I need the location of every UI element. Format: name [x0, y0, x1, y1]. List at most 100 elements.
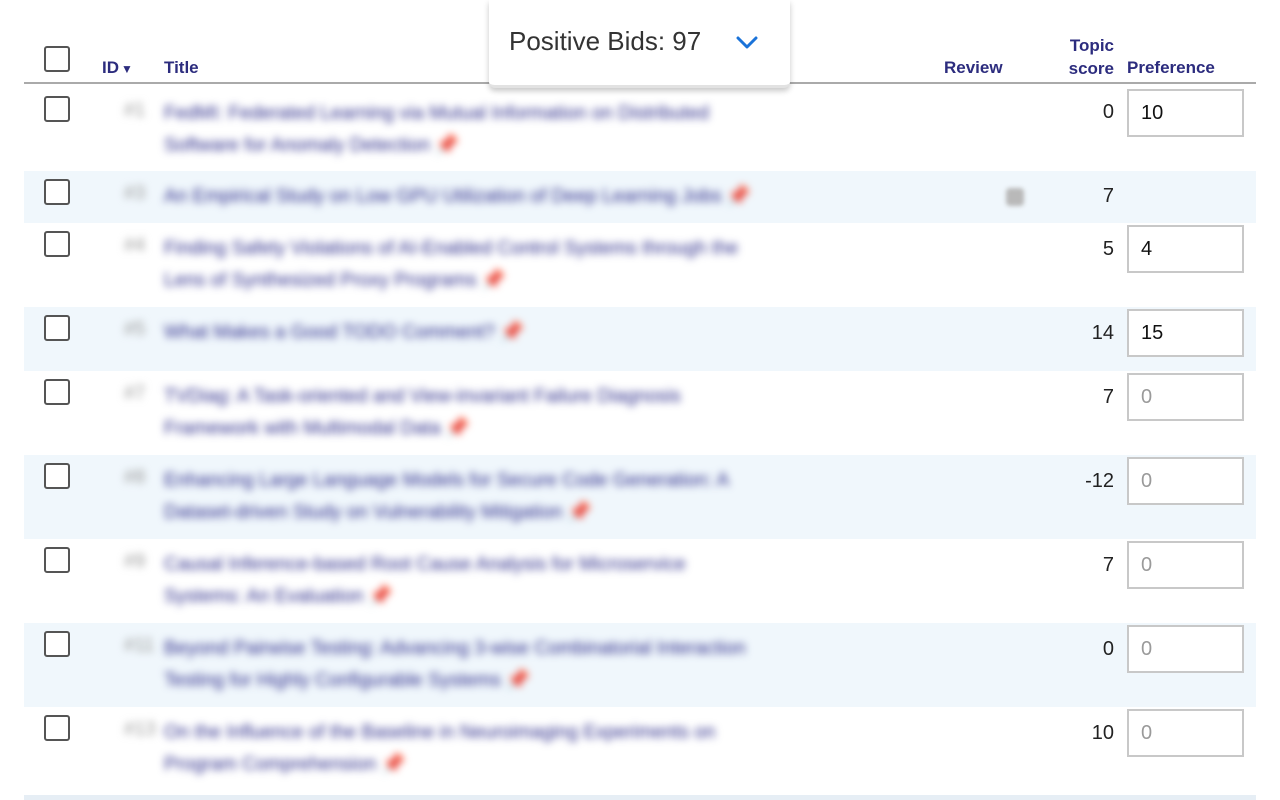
preference-input[interactable]: 4	[1127, 225, 1244, 273]
topic-score: 5	[1102, 238, 1114, 260]
topic-score: 7	[1102, 554, 1114, 576]
preference-input[interactable]: 10	[1127, 89, 1244, 137]
pin-icon[interactable]: 📌	[722, 186, 751, 207]
paper-title-text: Systems: An Evaluation	[164, 586, 364, 607]
table-body: #1 FedMI: Federated Learning via Mutual I…	[24, 84, 1256, 794]
paper-id: #4	[124, 235, 146, 256]
topic-score-column-header[interactable]: Topic score	[1056, 34, 1114, 80]
preference-input[interactable]: 0	[1127, 541, 1244, 589]
row-checkbox[interactable]	[44, 179, 70, 205]
pin-icon[interactable]: 📌	[364, 586, 393, 607]
paper-title-text: Testing for Highly Configurable Systems	[164, 670, 501, 691]
topic-score: 7	[1102, 386, 1114, 408]
paper-title-line: On the Influence of the Baseline in Neur…	[164, 717, 874, 749]
paper-id: #3	[124, 183, 146, 204]
paper-title-text: Beyond Pairwise Testing: Advancing 3-wis…	[164, 638, 746, 659]
table-row: #13 On the Influence of the Baseline in N…	[24, 707, 1256, 794]
row-checkbox[interactable]	[44, 631, 70, 657]
topic-score: 0	[1102, 101, 1114, 123]
title-column-header[interactable]: Title	[164, 58, 199, 78]
preference-input[interactable]: 0	[1127, 373, 1244, 421]
row-checkbox[interactable]	[44, 547, 70, 573]
table-row: #4 Finding Safety Violations of AI-Enable…	[24, 223, 1256, 307]
topic-score: 14	[1091, 322, 1114, 344]
id-column-header[interactable]: ID ▼	[102, 58, 133, 78]
topic-score: 0	[1102, 638, 1114, 660]
paper-title-text: Enhancing Large Language Models for Secu…	[164, 470, 730, 491]
preference-input[interactable]: 15	[1127, 309, 1244, 357]
paper-title-text: Dataset-driven Study on Vulnerability Mi…	[164, 502, 563, 523]
pin-icon[interactable]: 📌	[495, 322, 524, 343]
paper-title-text: TVDiag: A Task-oriented and View-invaria…	[164, 386, 681, 407]
paper-title-link[interactable]: Causal Inference-based Root Cause Analys…	[164, 549, 874, 613]
row-checkbox[interactable]	[44, 231, 70, 257]
row-checkbox[interactable]	[44, 379, 70, 405]
paper-title-line: Framework with Multimodal Data 📌	[164, 413, 874, 445]
paper-title-text: Finding Safety Violations of AI-Enabled …	[164, 238, 739, 259]
row-checkbox[interactable]	[44, 463, 70, 489]
paper-title-link[interactable]: On the Influence of the Baseline in Neur…	[164, 717, 874, 781]
table-row: #3 An Empirical Study on Low GPU Utilizat…	[24, 171, 1256, 223]
topic-score: 10	[1091, 722, 1114, 744]
paper-title-link[interactable]: An Empirical Study on Low GPU Utilizatio…	[164, 181, 874, 213]
paper-title-line: Beyond Pairwise Testing: Advancing 3-wis…	[164, 633, 874, 665]
table-row: #11 Beyond Pairwise Testing: Advancing 3-…	[24, 623, 1256, 707]
paper-title-link[interactable]: Beyond Pairwise Testing: Advancing 3-wis…	[164, 633, 874, 697]
paper-title-link[interactable]: Enhancing Large Language Models for Secu…	[164, 465, 874, 529]
paper-title-text: FedMI: Federated Learning via Mutual Inf…	[164, 103, 709, 124]
paper-title-line: TVDiag: A Task-oriented and View-invaria…	[164, 381, 874, 413]
paper-title-line: FedMI: Federated Learning via Mutual Inf…	[164, 98, 874, 130]
paper-title-link[interactable]: FedMI: Federated Learning via Mutual Inf…	[164, 98, 874, 162]
select-all-checkbox[interactable]	[44, 46, 70, 72]
paper-title-line: Software for Anomaly Detection 📌	[164, 130, 874, 162]
paper-id: #8	[124, 467, 146, 488]
paper-id: #1	[124, 100, 146, 121]
row-checkbox[interactable]	[44, 715, 70, 741]
paper-title-line: Systems: An Evaluation 📌	[164, 581, 874, 613]
paper-title-link[interactable]: TVDiag: A Task-oriented and View-invaria…	[164, 381, 874, 445]
row-checkbox[interactable]	[44, 315, 70, 341]
paper-title-text: Causal Inference-based Root Cause Analys…	[164, 554, 686, 575]
paper-title-line: Causal Inference-based Root Cause Analys…	[164, 549, 874, 581]
paper-title-text: An Empirical Study on Low GPU Utilizatio…	[164, 186, 722, 207]
paper-title-line: Finding Safety Violations of AI-Enabled …	[164, 233, 874, 265]
pin-icon[interactable]: 📌	[376, 754, 406, 775]
table-row: #7 TVDiag: A Task-oriented and View-invar…	[24, 371, 1256, 455]
table-row: #1 FedMI: Federated Learning via Mutual I…	[24, 84, 1256, 171]
table-row: #9 Causal Inference-based Root Cause Anal…	[24, 539, 1256, 623]
table-bottom-edge	[24, 795, 1256, 800]
pin-icon[interactable]: 📌	[501, 670, 530, 691]
preference-input[interactable]: 0	[1127, 457, 1244, 505]
pin-icon[interactable]: 📌	[441, 418, 470, 439]
row-checkbox[interactable]	[44, 96, 70, 122]
chevron-down-icon[interactable]	[736, 36, 758, 50]
topic-score-header-line2: score	[1068, 59, 1114, 78]
pin-icon[interactable]: 📌	[563, 502, 592, 523]
topic-score: 7	[1102, 185, 1114, 207]
topic-score-header-line1: Topic	[1069, 36, 1114, 55]
paper-title-text: On the Influence of the Baseline in Neur…	[164, 722, 716, 743]
paper-title-link[interactable]: What Makes a Good TODO Comment? 📌	[164, 317, 874, 349]
id-header-label: ID	[102, 58, 119, 77]
paper-title-text: What Makes a Good TODO Comment?	[164, 322, 495, 343]
paper-id: #5	[124, 319, 146, 340]
paper-title-link[interactable]: Finding Safety Violations of AI-Enabled …	[164, 233, 874, 297]
paper-id: #9	[124, 551, 146, 572]
positive-bids-panel[interactable]: Positive Bids: 97	[489, 0, 790, 88]
paper-title-line: Dataset-driven Study on Vulnerability Mi…	[164, 497, 874, 529]
paper-id: #11	[124, 635, 155, 656]
paper-title-text: Program Comprehension	[164, 754, 377, 775]
review-column-header[interactable]: Review	[944, 58, 1003, 78]
paper-title-text: Software for Anomaly Detection	[164, 135, 431, 156]
table-row: #8 Enhancing Large Language Models for Se…	[24, 455, 1256, 539]
paper-title-line: Testing for Highly Configurable Systems …	[164, 665, 874, 697]
pin-icon[interactable]: 📌	[430, 135, 459, 156]
preference-column-header[interactable]: Preference	[1127, 58, 1215, 78]
review-status-icon	[1006, 188, 1024, 206]
preference-input[interactable]: 0	[1127, 625, 1244, 673]
review-preference-table: ID ▼ Title Review Topic score Preference #…	[24, 0, 1256, 794]
paper-title-text: Lens of Synthesized Proxy Programs	[164, 270, 477, 291]
preference-input[interactable]: 0	[1127, 709, 1244, 757]
paper-title-line: An Empirical Study on Low GPU Utilizatio…	[164, 181, 874, 213]
pin-icon[interactable]: 📌	[477, 270, 506, 291]
